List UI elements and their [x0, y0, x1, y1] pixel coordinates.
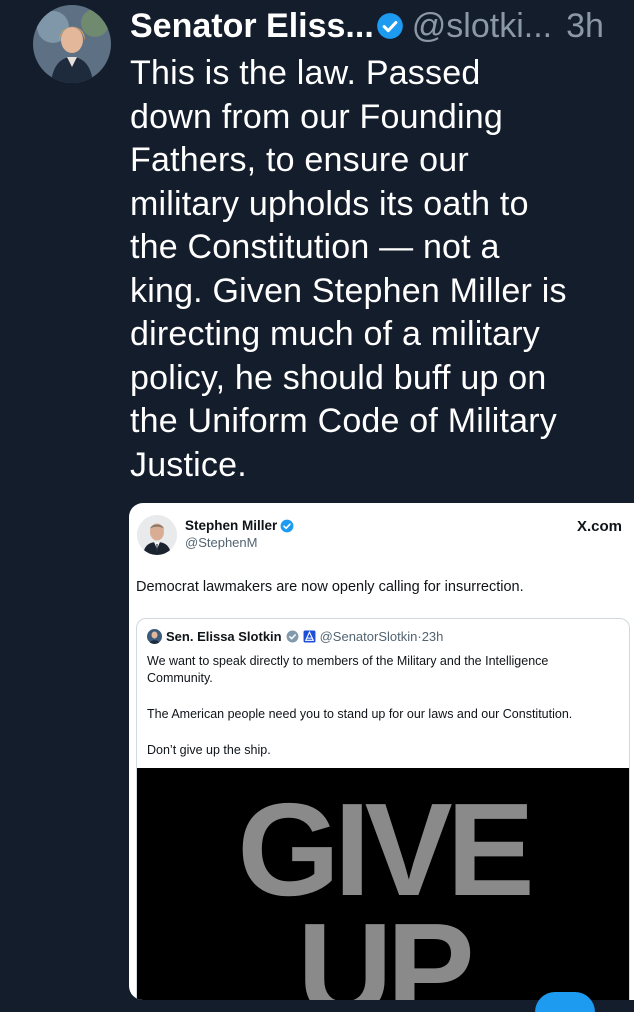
inner-author-name[interactable]: Sen. Elissa Slotkin: [166, 629, 282, 644]
quoted-author-avatar[interactable]: [137, 515, 177, 555]
compose-button[interactable]: [535, 992, 595, 1012]
quoted-author-handle[interactable]: @StephenM: [185, 535, 257, 550]
media-text: GIVE UP: [237, 776, 534, 1001]
author-avatar[interactable]: [33, 5, 111, 83]
inner-post-header: Sen. Elissa Slotkin @SenatorSlotkin · 23…: [147, 629, 443, 644]
source-label[interactable]: X.com: [577, 518, 622, 535]
inner-post-time[interactable]: 23h: [422, 629, 444, 644]
post-time[interactable]: 3h: [566, 0, 604, 52]
quoted-author-name-row[interactable]: Stephen Miller: [185, 518, 294, 533]
government-label-icon: [303, 630, 316, 643]
inner-post-media[interactable]: GIVE UP: [137, 768, 629, 1000]
verified-badge-icon: [376, 13, 403, 39]
quoted-post-card[interactable]: Stephen Miller @StephenM X.com Democrat …: [129, 503, 634, 1000]
inner-post-body: We want to speak directly to members of …: [147, 653, 617, 778]
quoted-author-name[interactable]: Stephen Miller: [185, 518, 277, 533]
quoted-post-text: Democrat lawmakers are now openly callin…: [136, 579, 524, 595]
inner-post-paragraph: We want to speak directly to members of …: [147, 654, 549, 685]
inner-post-paragraph: Don’t give up the ship.: [147, 743, 271, 757]
verified-badge-icon: [280, 519, 294, 532]
post-header: Senator Eliss... @slotki... 3h: [130, 0, 604, 52]
post-text: This is the law. Passed down from our Fo…: [130, 54, 567, 484]
author-handle[interactable]: @slotki...: [412, 0, 552, 52]
inner-post-paragraph: The American people need you to stand up…: [147, 707, 573, 721]
inner-author-avatar[interactable]: [147, 629, 162, 644]
author-name[interactable]: Senator Eliss...: [130, 0, 374, 52]
inner-quoted-post[interactable]: Sen. Elissa Slotkin @SenatorSlotkin · 23…: [136, 618, 630, 1000]
inner-author-handle[interactable]: @SenatorSlotkin: [320, 629, 418, 644]
verified-badge-icon: [286, 630, 299, 643]
